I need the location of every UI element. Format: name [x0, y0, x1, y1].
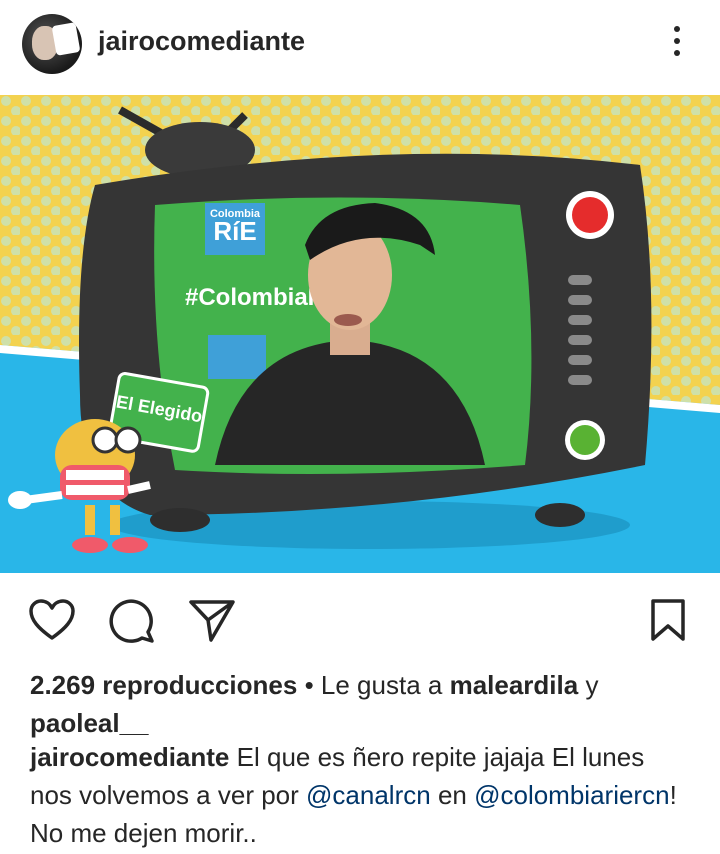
liked-by-user-1[interactable]: maleardila — [450, 670, 579, 700]
post-header: jairocomediante — [0, 0, 720, 90]
liked-by-prefix: • Le gusta a — [304, 670, 443, 700]
media-brand-label: RíE — [213, 216, 256, 246]
media-hashtag: #ColombiaR — [185, 284, 325, 311]
post-username[interactable]: jairocomediante — [98, 26, 305, 57]
media-brand-top: Colombia — [210, 208, 261, 220]
liked-by-user-2[interactable]: paoleal__ — [30, 708, 149, 738]
mention-colombiariercn[interactable]: @colombiariercn — [474, 780, 669, 810]
liked-by-join: y — [585, 670, 599, 700]
avatar[interactable] — [22, 14, 82, 74]
action-bar — [0, 598, 720, 644]
views-count: 2.269 reproducciones — [30, 670, 298, 700]
mention-canalrcn[interactable]: @canalrcn — [306, 780, 431, 810]
likes-summary: 2.269 reproducciones • Le gusta a malear… — [30, 666, 690, 742]
caption-author[interactable]: jairocomediante — [30, 742, 229, 772]
send-icon[interactable] — [188, 598, 236, 642]
post-media[interactable]: RíE Colombia #ColombiaR El Elegido — [0, 95, 720, 573]
video-thumbnail: RíE Colombia #ColombiaR El Elegido — [0, 95, 720, 573]
avatar-logo — [51, 22, 81, 56]
more-vertical-icon[interactable] — [672, 26, 682, 62]
post-caption: jairocomediante El que es ñero repite ja… — [30, 738, 690, 852]
bookmark-icon[interactable] — [650, 598, 686, 642]
comment-icon[interactable] — [108, 598, 156, 644]
caption-text-2: en — [437, 780, 467, 810]
heart-icon[interactable] — [28, 598, 76, 642]
